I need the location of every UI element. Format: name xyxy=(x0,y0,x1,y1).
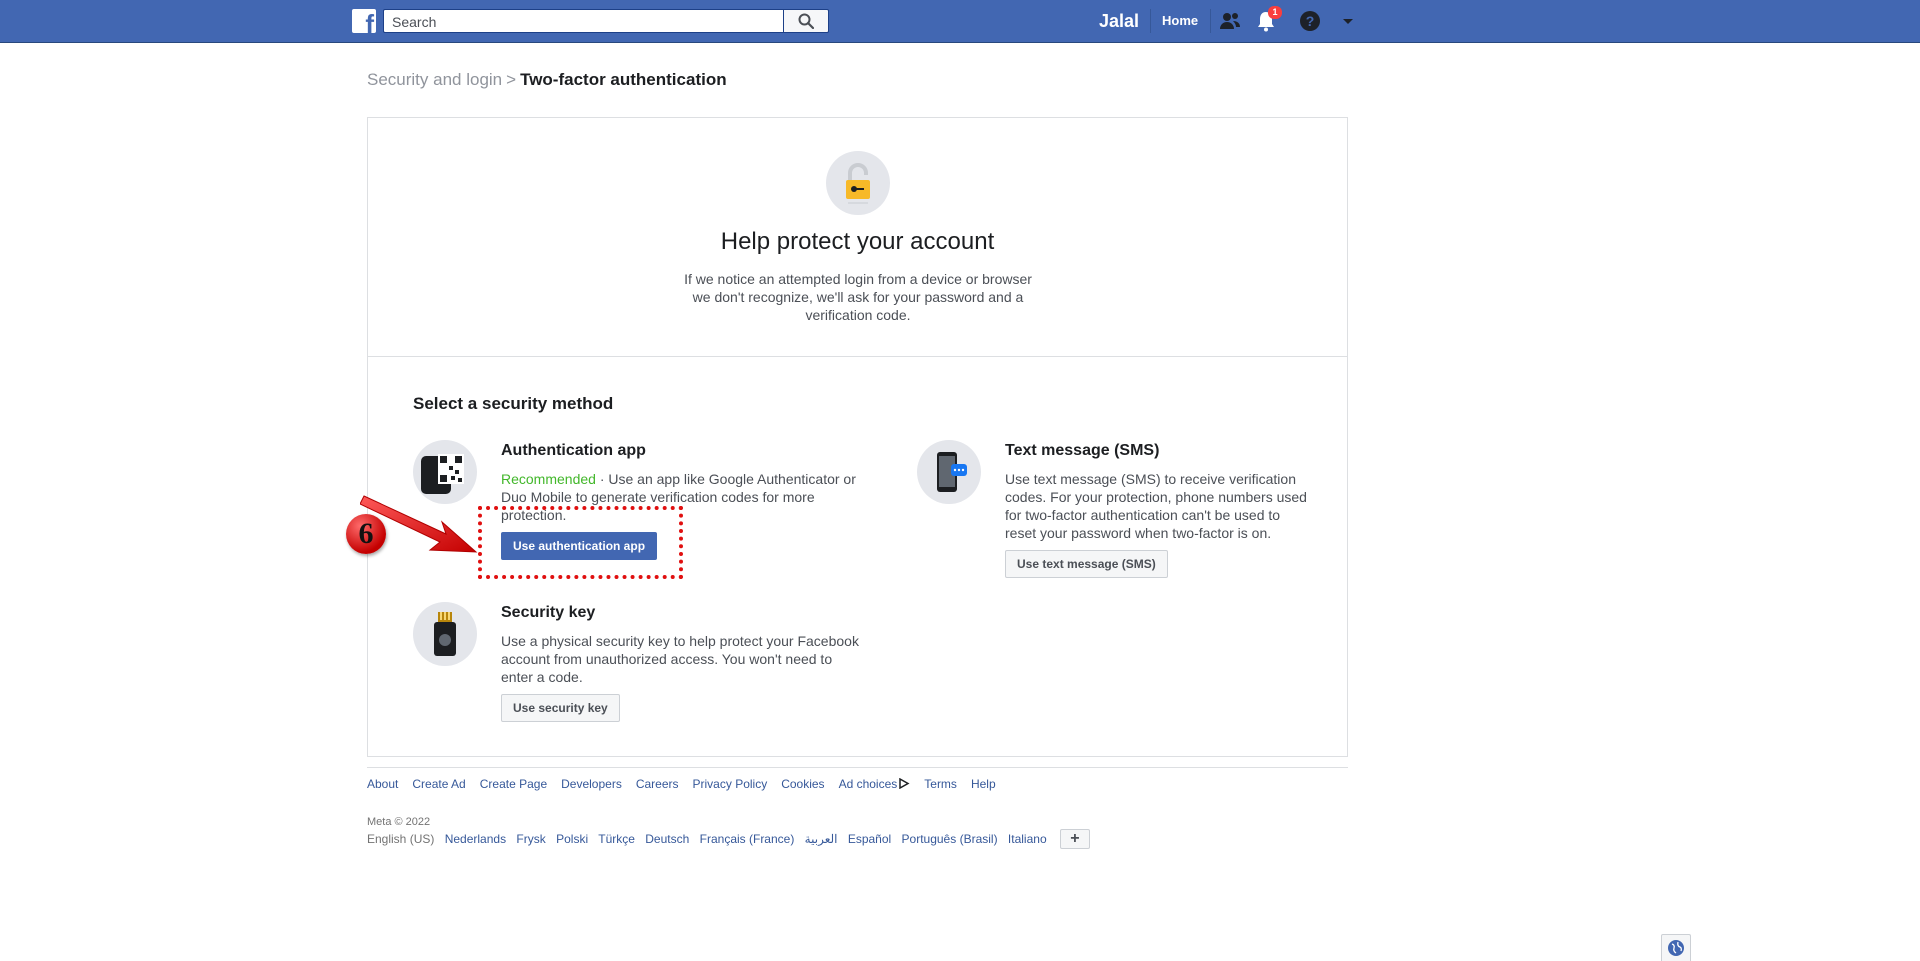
sms-title: Text message (SMS) xyxy=(1005,442,1160,459)
copyright: Meta © 2022 xyxy=(367,816,431,828)
language-link[interactable]: Español xyxy=(848,832,891,846)
language-link[interactable]: Nederlands xyxy=(445,832,506,846)
auth-app-title: Authentication app xyxy=(501,442,646,459)
language-link[interactable]: Türkçe xyxy=(598,832,635,846)
breadcrumb-parent-link[interactable]: Security and login xyxy=(367,70,502,89)
help-icon: ? xyxy=(1300,11,1320,31)
svg-text:?: ? xyxy=(1306,13,1315,29)
two-factor-card: Help protect your account If we notice a… xyxy=(367,117,1348,757)
section-divider xyxy=(368,356,1347,357)
language-link[interactable]: العربية xyxy=(805,832,838,846)
footer-link-create-page[interactable]: Create Page xyxy=(480,777,547,791)
security-key-title: Security key xyxy=(501,604,596,621)
search-icon xyxy=(798,13,814,29)
current-language: English (US) xyxy=(367,832,435,847)
footer-link-privacy-policy[interactable]: Privacy Policy xyxy=(693,777,768,791)
search-input[interactable] xyxy=(390,11,774,33)
footer-divider xyxy=(367,767,1348,768)
footer-link-terms[interactable]: Terms xyxy=(924,777,957,791)
friends-button[interactable] xyxy=(1218,9,1242,33)
breadcrumb: Security and login > Two-factor authentica… xyxy=(367,70,727,90)
sms-icon-circle xyxy=(917,440,981,504)
language-link[interactable]: Polski xyxy=(556,832,588,846)
dropdown-arrow-icon xyxy=(1343,19,1353,24)
ad-choices-label: Ad choices xyxy=(838,777,898,791)
search-button[interactable] xyxy=(783,9,829,33)
security-key-icon xyxy=(434,612,456,656)
footer-link-create-ad[interactable]: Create Ad xyxy=(412,777,465,791)
profile-link[interactable]: Jalal xyxy=(1099,11,1139,32)
sms-description: Use text message (SMS) to receive verifi… xyxy=(1005,471,1307,541)
language-link[interactable]: Frysk xyxy=(516,832,545,846)
hero-title: Help protect your account xyxy=(720,228,995,255)
notifications-badge: 1 xyxy=(1268,6,1282,19)
hero-icon-circle xyxy=(826,151,890,215)
use-security-key-button[interactable]: Use security key xyxy=(501,694,620,722)
security-key-description: Use a physical security key to help prot… xyxy=(501,633,859,685)
footer-link-developers[interactable]: Developers xyxy=(561,777,622,791)
hero-description: If we notice an attempted login from a d… xyxy=(684,271,1032,323)
footer-link-ad-choices[interactable]: Ad choices xyxy=(839,777,911,791)
nav-divider xyxy=(1210,9,1211,33)
footer-links: About Create Ad Create Page Developers Caree… xyxy=(367,777,1010,791)
nav-divider xyxy=(1150,9,1151,33)
account-menu-button[interactable] xyxy=(1336,9,1360,33)
breadcrumb-separator: > xyxy=(506,70,517,89)
language-link[interactable]: Italiano xyxy=(1008,832,1047,846)
language-selector: English (US) Nederlands Frysk Polski Tür… xyxy=(367,829,1090,850)
page-title: Two-factor authentication xyxy=(520,70,727,89)
security-key-icon-circle xyxy=(413,602,477,666)
language-link[interactable]: Deutsch xyxy=(645,832,689,846)
footer-link-help[interactable]: Help xyxy=(971,777,996,791)
footer-link-about[interactable]: About xyxy=(367,777,398,791)
language-link[interactable]: Português (Brasil) xyxy=(902,832,998,846)
ad-choices-icon xyxy=(899,777,910,790)
language-globe-button[interactable] xyxy=(1661,934,1691,961)
footer-link-careers[interactable]: Careers xyxy=(636,777,679,791)
top-navigation-bar: f Jalal Home 1 ? xyxy=(0,0,1920,43)
globe-icon xyxy=(1668,940,1684,956)
use-text-message-button[interactable]: Use text message (SMS) xyxy=(1005,550,1168,578)
sms-phone-icon xyxy=(937,452,967,492)
help-button[interactable]: ? xyxy=(1298,9,1322,33)
search-box xyxy=(383,9,783,33)
annotation-highlight-box xyxy=(478,506,683,579)
lock-icon xyxy=(846,163,870,204)
friends-icon xyxy=(1220,13,1240,29)
annotation-step-number: 6 xyxy=(346,514,386,554)
language-link[interactable]: Français (France) xyxy=(700,832,795,846)
add-language-button[interactable]: + xyxy=(1059,829,1090,849)
home-link[interactable]: Home xyxy=(1162,13,1198,28)
facebook-logo-icon[interactable]: f xyxy=(352,9,376,37)
plus-icon: + xyxy=(1070,830,1080,847)
recommended-label: Recommended xyxy=(501,471,596,487)
footer-link-cookies[interactable]: Cookies xyxy=(781,777,824,791)
section-title: Select a security method xyxy=(413,394,614,413)
